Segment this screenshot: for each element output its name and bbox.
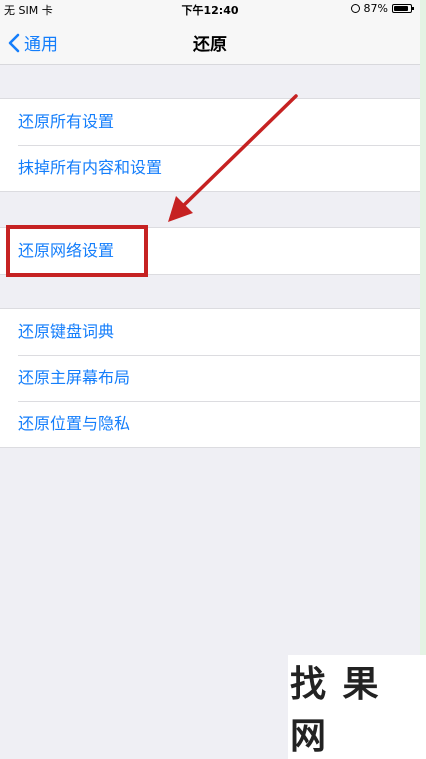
annotation-arrow-icon <box>168 94 298 222</box>
watermark: 找 果 网 <box>288 655 426 759</box>
